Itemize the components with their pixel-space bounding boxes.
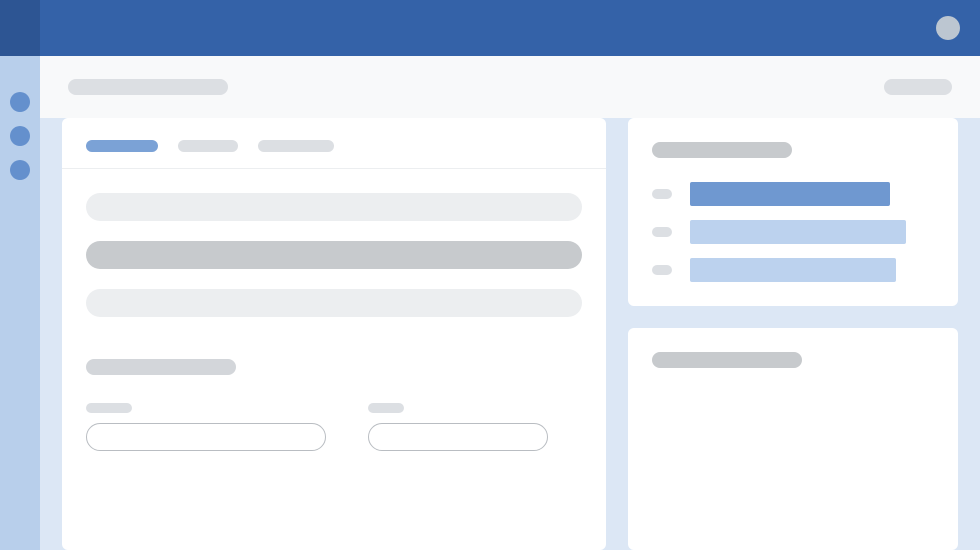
topbar-accent <box>0 0 40 56</box>
bullet-icon <box>652 227 672 237</box>
breadcrumb <box>68 79 228 95</box>
side-panel-2-title <box>652 352 802 368</box>
panel-row[interactable] <box>652 182 934 206</box>
field-2-label <box>368 403 404 413</box>
field-2 <box>368 403 548 451</box>
sidebar-item-3[interactable] <box>10 160 30 180</box>
list-item[interactable] <box>86 289 582 317</box>
side-panel-1-title <box>652 142 792 158</box>
panel-row[interactable] <box>652 258 934 282</box>
panel-item-label <box>690 258 896 282</box>
toolbar <box>40 56 980 118</box>
panel-item-label <box>690 220 906 244</box>
toolbar-action[interactable] <box>884 79 952 95</box>
side-panel-2 <box>628 328 958 550</box>
side-column <box>628 118 958 550</box>
tab-1[interactable] <box>86 140 158 152</box>
tab-3[interactable] <box>258 140 334 152</box>
avatar[interactable] <box>936 16 960 40</box>
sidebar <box>0 56 40 550</box>
form-fields <box>86 403 582 451</box>
field-1 <box>86 403 326 451</box>
field-2-input[interactable] <box>368 423 548 451</box>
field-1-label <box>86 403 132 413</box>
tabs <box>62 118 606 169</box>
side-panel-1 <box>628 118 958 306</box>
main-panel <box>62 118 606 550</box>
list-item[interactable] <box>86 241 582 269</box>
bullet-icon <box>652 189 672 199</box>
form-section <box>62 341 606 475</box>
tab-2[interactable] <box>178 140 238 152</box>
form-title <box>86 359 236 375</box>
field-1-input[interactable] <box>86 423 326 451</box>
sidebar-item-1[interactable] <box>10 92 30 112</box>
sidebar-item-2[interactable] <box>10 126 30 146</box>
list <box>62 169 606 341</box>
topbar <box>0 0 980 56</box>
list-item[interactable] <box>86 193 582 221</box>
content <box>40 118 980 550</box>
bullet-icon <box>652 265 672 275</box>
panel-item-label <box>690 182 890 206</box>
panel-row[interactable] <box>652 220 934 244</box>
